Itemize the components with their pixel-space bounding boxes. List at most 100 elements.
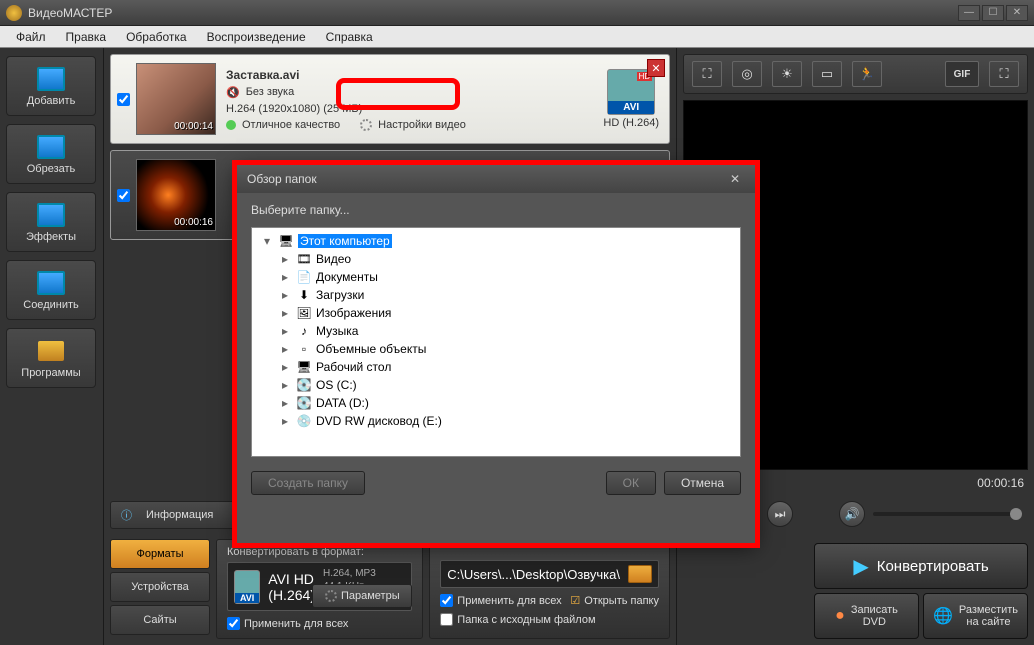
format-header: Конвертировать в формат: [227,546,412,558]
format-panel: Конвертировать в формат: AVI AVI HD (H.2… [216,539,423,639]
effects-label: Эффекты [26,231,76,243]
format-name: AVI HD (H.264) [268,571,315,603]
browse-folder-button[interactable] [628,565,652,583]
dialog-title: Обзор папок [247,172,317,186]
create-folder-button[interactable]: Создать папку [251,471,365,495]
crop-icon[interactable]: ⛶ [692,61,722,87]
fullscreen-icon[interactable]: ⛶ [989,61,1019,87]
join-label: Соединить [23,299,79,311]
cancel-button[interactable]: Отмена [664,471,741,495]
output-panel: C:\Users\...\Desktop\Озвучка\ Применить … [429,539,670,639]
tree-item[interactable]: ▾🖥Этот компьютер [256,232,736,250]
pub-l1: Разместить [959,604,1018,616]
preview-toolbar: ⛶ ◎ ☀ ▭ 🏃 GIF ⛶ [683,54,1028,94]
close-window-button[interactable]: ✕ [1006,5,1028,21]
globe-icon: 🌐 [933,606,953,626]
brightness-icon[interactable]: ☀ [772,61,802,87]
convert-button[interactable]: ▶ Конвертировать [814,543,1028,589]
convert-icon: ▶ [853,554,868,579]
add-button[interactable]: Добавить [6,56,96,116]
dialog-titlebar[interactable]: Обзор папок ✕ [237,165,755,193]
convert-label: Конвертировать [877,558,989,575]
speed-icon[interactable]: 🏃 [852,61,882,87]
gear-icon [325,590,337,602]
format-label: HD (H.264) [603,117,659,129]
cut-button[interactable]: Обрезать [6,124,96,184]
output-path-field[interactable]: C:\Users\...\Desktop\Озвучка\ [440,560,659,588]
app-logo-icon [6,5,22,21]
video-item[interactable]: 00:00:14 Заставка.avi 🔇Без звука H.264 (… [110,54,670,144]
tree-item[interactable]: ▸▫Объемные объекты [256,340,736,358]
info-label[interactable]: Информация [146,509,213,521]
tab-formats[interactable]: Форматы [110,539,210,569]
video-checkbox[interactable] [117,189,130,202]
next-button[interactable]: ⏭ [767,501,793,527]
menu-edit[interactable]: Правка [56,28,117,46]
info-icon: ⓘ [121,507,132,523]
tree-item[interactable]: ▸📄Документы [256,268,736,286]
volume-button[interactable]: 🔊 [839,501,865,527]
menu-file[interactable]: Файл [6,28,56,46]
video-settings-link[interactable]: Настройки видео [378,119,466,131]
tree-item[interactable]: ▸🎞Видео [256,250,736,268]
format-tag: AVI [608,101,654,114]
dvd-l2: DVD [851,616,898,628]
browse-folders-dialog: Обзор папок ✕ Выберите папку... ▾🖥Этот к… [236,164,756,544]
cut-label: Обрезать [27,163,76,175]
video-audio: Без звука [246,86,295,98]
apply-all-format-checkbox[interactable] [227,617,240,630]
video-checkbox[interactable] [117,93,130,106]
programs-button[interactable]: Программы [6,328,96,388]
tree-item[interactable]: ▸💽DATA (D:) [256,394,736,412]
menu-playback[interactable]: Воспроизведение [197,28,316,46]
ok-button[interactable]: ОК [606,471,656,495]
gear-icon [360,119,372,131]
video-codec: H.264 (1920x1080) (25 МБ) [226,103,362,115]
action-buttons: ▶ Конвертировать ● ЗаписатьDVD 🌐 Размест… [814,543,1028,639]
tree-item[interactable]: ▸🖼Изображения [256,304,736,322]
video-info: Заставка.avi 🔇Без звука H.264 (1920x1080… [226,68,603,131]
tree-item[interactable]: ▸🖥Рабочий стол [256,358,736,376]
codec-1: H.264, MP3 [323,567,384,580]
dvd-l1: Записать [851,604,898,616]
thumb-time: 00:00:14 [174,121,213,132]
remove-video-button[interactable]: ✕ [647,59,665,77]
folder-tree[interactable]: ▾🖥Этот компьютер▸🎞Видео▸📄Документы▸⬇Загр… [251,227,741,457]
tree-item[interactable]: ▸💽OS (C:) [256,376,736,394]
volume-slider[interactable] [873,512,1022,516]
add-label: Добавить [27,95,76,107]
apply-all-output-checkbox[interactable] [440,594,453,607]
tab-devices[interactable]: Устройства [110,572,210,602]
maximize-button[interactable]: ☐ [982,5,1004,21]
minimize-button[interactable]: — [958,5,980,21]
text-icon[interactable]: ▭ [812,61,842,87]
effects-icon[interactable]: ◎ [732,61,762,87]
format-sel-icon: AVI [234,570,260,604]
video-thumbnail[interactable]: 00:00:16 [136,159,216,231]
video-thumbnail[interactable]: 00:00:14 [136,63,216,135]
join-button[interactable]: Соединить [6,260,96,320]
write-dvd-button[interactable]: ● ЗаписатьDVD [814,593,919,639]
tree-item[interactable]: ▸⬇Загрузки [256,286,736,304]
menu-help[interactable]: Справка [316,28,383,46]
dialog-close-button[interactable]: ✕ [725,170,745,188]
tab-sites[interactable]: Сайты [110,605,210,635]
apply-all-label: Применить для всех [244,618,348,630]
format-tabs: Форматы Устройства Сайты [110,539,210,639]
format-box[interactable]: HD AVI HD (H.264) [603,69,659,129]
programs-label: Программы [21,367,80,379]
video-title: Заставка.avi [226,68,603,82]
dialog-subtitle: Выберите папку... [237,193,755,227]
source-folder-checkbox[interactable] [440,613,453,626]
publish-button[interactable]: 🌐 Разместитьна сайте [923,593,1028,639]
thumb-time: 00:00:16 [174,217,213,228]
left-toolbar: Добавить Обрезать Эффекты Соединить Прог… [0,48,104,645]
open-folder-link[interactable]: Открыть папку [584,595,659,607]
dvd-icon: ● [835,607,845,625]
gif-button[interactable]: GIF [945,61,979,87]
params-button[interactable]: Параметры [312,584,412,608]
tree-item[interactable]: ▸💿DVD RW дисковод (E:) [256,412,736,430]
tree-item[interactable]: ▸♪Музыка [256,322,736,340]
menu-process[interactable]: Обработка [116,28,197,46]
effects-button[interactable]: Эффекты [6,192,96,252]
